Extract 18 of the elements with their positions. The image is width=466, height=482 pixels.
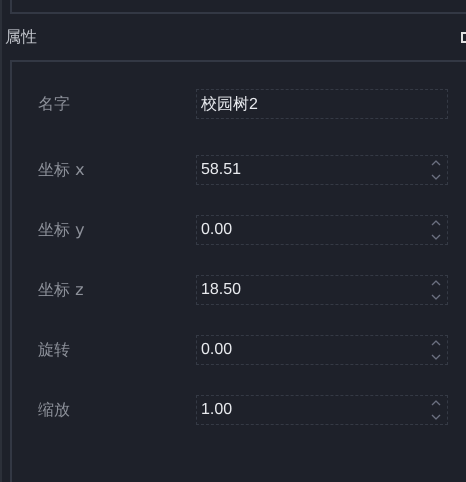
spin-box[interactable]: 0.00: [196, 335, 448, 365]
field-label: 坐标 y: [37, 220, 86, 240]
spinner-icon[interactable]: [431, 280, 441, 300]
spinner-icon[interactable]: [431, 220, 441, 240]
field-label: 缩放: [37, 400, 71, 420]
spin-box[interactable]: 1.00: [196, 395, 448, 425]
spin-box[interactable]: 18.50: [196, 275, 448, 305]
spinner-icon[interactable]: [431, 160, 441, 180]
spinner-icon[interactable]: [431, 400, 441, 420]
panel-title: 属性: [5, 26, 37, 48]
name-input[interactable]: 校园树2: [196, 89, 448, 119]
field-label: 旋转: [37, 340, 71, 360]
field-label: 坐标 z: [37, 280, 84, 300]
field-label: 名字: [37, 94, 71, 114]
spin-box[interactable]: 0.00: [196, 215, 448, 245]
spin-box[interactable]: 58.51: [196, 155, 448, 185]
spinner-icon[interactable]: [431, 340, 441, 360]
field-label: 坐标 x: [37, 160, 86, 180]
